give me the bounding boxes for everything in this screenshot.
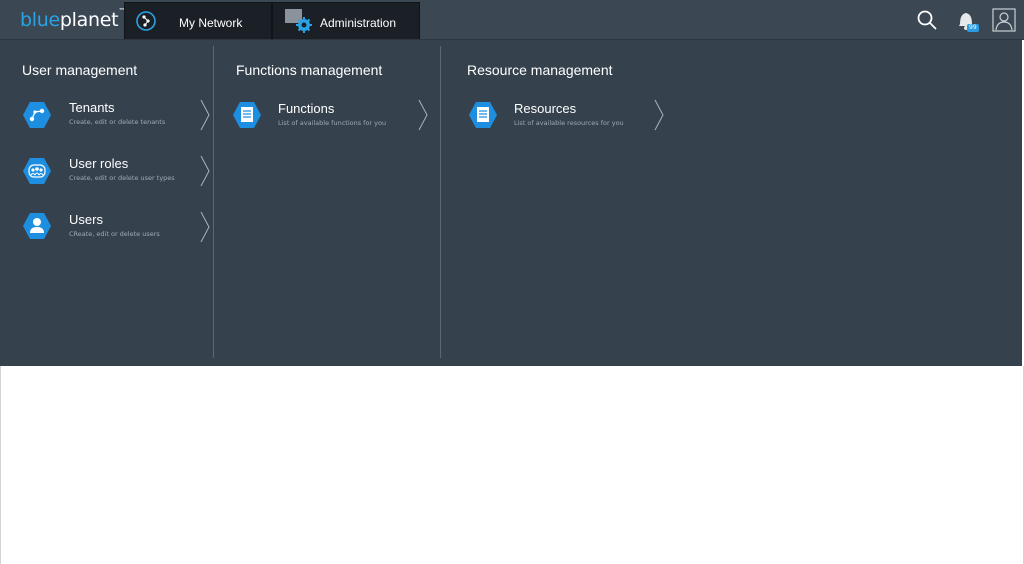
users-desc: CReate, edit or delete users [69,230,160,238]
menu-item-functions[interactable]: Functions List of available functions fo… [232,99,432,140]
search-icon[interactable] [916,9,938,31]
menu-item-users[interactable]: Users CReate, edit or delete users [22,211,212,251]
chevron-right-icon [200,99,210,131]
tab-administration-label: Administration [320,16,397,30]
user-management-title: User management [22,62,138,78]
column-divider [213,46,214,358]
resources-title: Resources [514,101,577,116]
top-bar: blueplanet™ My Network Administration 99 [0,0,1024,40]
admin-gear-icon [285,9,312,33]
tenants-icon [23,102,51,128]
user-roles-desc: Create, edit or delete user types [69,174,175,182]
logo-text-planet: planet [59,9,119,31]
page-body [0,366,1024,564]
chevron-right-icon [418,99,428,131]
resource-management-title: Resource management [467,62,613,78]
user-roles-title: User roles [69,156,129,171]
logo-text-blue: blue [20,9,60,31]
functions-management-title: Functions management [236,62,383,78]
user-roles-icon [23,158,51,184]
chevron-right-icon [200,211,210,243]
user-profile-icon[interactable] [992,8,1016,32]
tenants-desc: Create, edit or delete tenants [69,118,166,126]
chevron-right-icon [654,99,664,131]
functions-desc: List of available functions for you [278,119,387,127]
notification-badge: 99 [967,24,979,32]
document-icon [469,102,497,128]
blueplanet-logo[interactable]: blueplanet™ [20,7,125,31]
menu-item-user-roles[interactable]: User roles Create, edit or delete user t… [22,155,212,195]
document-icon [233,102,261,128]
users-title: Users [69,212,103,227]
column-divider [440,46,441,358]
chevron-right-icon [200,155,210,187]
functions-title: Functions [278,101,335,116]
menu-item-resources[interactable]: Resources List of available resources fo… [468,99,668,140]
tab-my-network[interactable]: My Network [124,2,272,39]
network-compass-icon [136,11,156,31]
tab-administration[interactable]: Administration [272,2,420,39]
users-icon [23,213,51,239]
tab-my-network-label: My Network [179,16,243,30]
menu-item-tenants[interactable]: Tenants Create, edit or delete tenants [22,99,212,139]
admin-menu-panel [0,40,1022,366]
resources-desc: List of available resources for you [514,119,624,127]
tenants-title: Tenants [69,100,115,115]
